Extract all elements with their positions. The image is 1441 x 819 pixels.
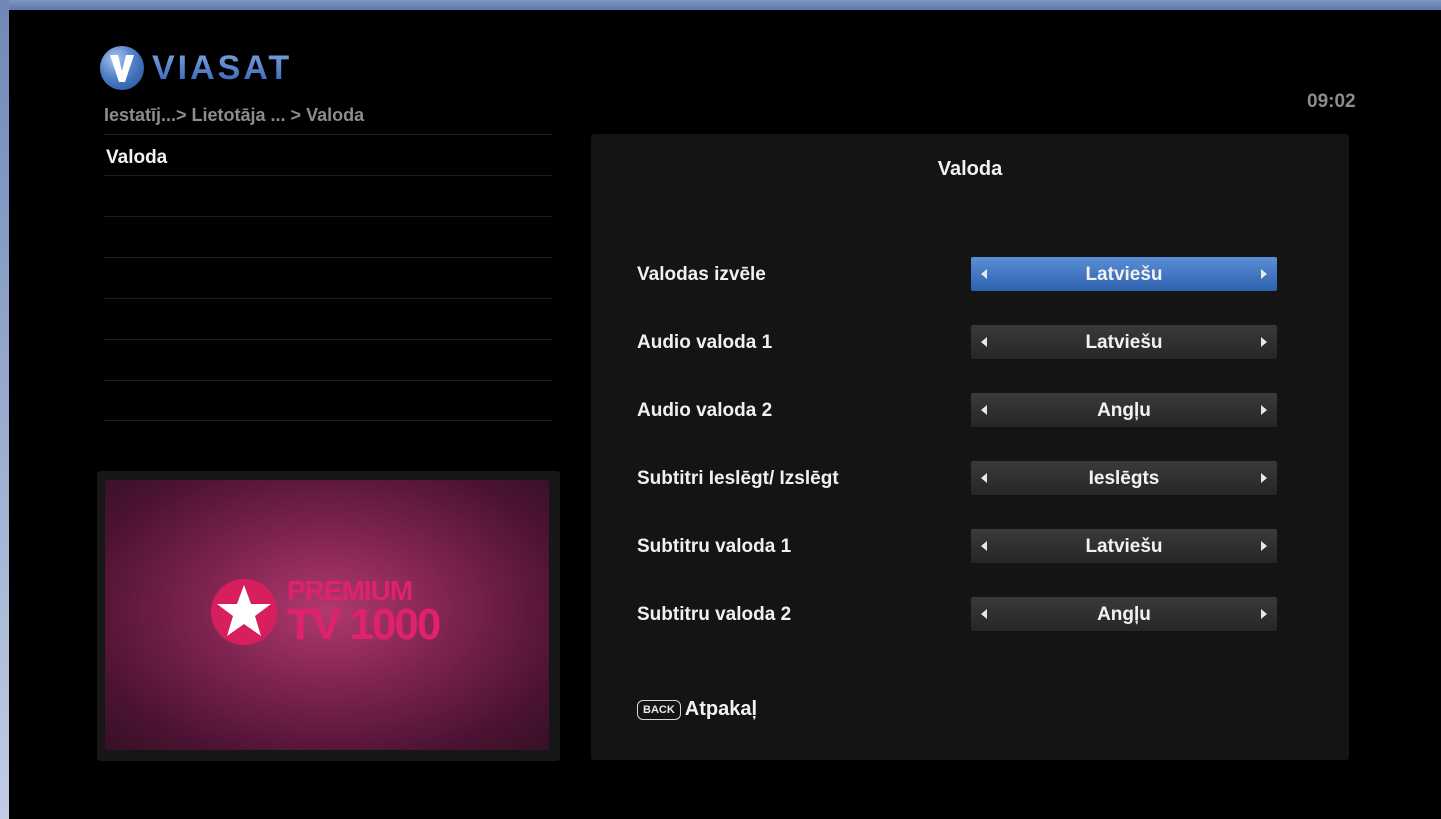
selector-value: Latviešu	[1085, 536, 1163, 557]
arrow-right-icon[interactable]	[1261, 405, 1267, 415]
menu-item-empty	[104, 298, 552, 339]
viasat-logo: VIASAT	[100, 46, 292, 90]
star-logo-icon	[211, 579, 277, 645]
subtitle-language-2-selector[interactable]: Angļu	[971, 597, 1277, 631]
setting-valodas-izvele: Valodas izvēle Latviešu	[637, 257, 1297, 291]
window-frame-left	[0, 0, 9, 819]
brand-name: VIASAT	[152, 48, 293, 87]
setting-subtitru-valoda-1: Subtitru valoda 1 Latviešu	[637, 529, 1297, 563]
menu-item-valoda[interactable]: Valoda	[104, 134, 552, 175]
arrow-right-icon[interactable]	[1261, 269, 1267, 279]
subtitle-language-1-selector[interactable]: Latviešu	[971, 529, 1277, 563]
arrow-right-icon[interactable]	[1261, 337, 1267, 347]
channel-line2: TV 1000	[287, 600, 441, 649]
setting-label: Audio valoda 2	[637, 400, 773, 421]
selector-value: Latviešu	[1085, 264, 1163, 285]
channel-preview: PREMIUM TV 1000	[105, 480, 549, 750]
arrow-left-icon[interactable]	[981, 269, 987, 279]
settings-panel: Valoda Valodas izvēle Latviešu Audio val…	[591, 134, 1349, 760]
back-key-icon: BACK	[637, 699, 681, 720]
setting-subtitru-valoda-2: Subtitru valoda 2 Angļu	[637, 597, 1297, 631]
setting-label: Audio valoda 1	[637, 332, 773, 353]
channel-logo: PREMIUM TV 1000	[209, 577, 441, 649]
side-menu: Valoda	[104, 134, 552, 421]
audio-language-1-selector[interactable]: Latviešu	[971, 325, 1277, 359]
selector-value: Angļu	[1097, 400, 1151, 421]
selector-value: Angļu	[1097, 604, 1151, 625]
selector-value: Ieslēgts	[1088, 468, 1160, 489]
arrow-right-icon[interactable]	[1261, 541, 1267, 551]
breadcrumb: Iestatīj...> Lietotāja ... > Valoda	[104, 105, 365, 125]
setting-label: Subtitru valoda 2	[637, 604, 792, 625]
setting-label: Valodas izvēle	[637, 264, 766, 285]
arrow-left-icon[interactable]	[981, 337, 987, 347]
arrow-right-icon[interactable]	[1261, 609, 1267, 619]
setting-audio-valoda-2: Audio valoda 2 Angļu	[637, 393, 1297, 427]
setting-label: Subtitru valoda 1	[637, 536, 792, 557]
menu-item-empty	[104, 380, 552, 421]
menu-item-empty	[104, 339, 552, 380]
setting-subtitri: Subtitri Ieslēgt/ Izslēgt Ieslēgts	[637, 461, 1297, 495]
setting-audio-valoda-1: Audio valoda 1 Latviešu	[637, 325, 1297, 359]
arrow-left-icon[interactable]	[981, 405, 987, 415]
arrow-right-icon[interactable]	[1261, 473, 1267, 483]
audio-language-2-selector[interactable]: Angļu	[971, 393, 1277, 427]
clock: 09:02	[1307, 91, 1356, 112]
tv-screen: VIASAT Iestatīj...> Lietotāja ... > Valo…	[9, 10, 1441, 819]
selector-value: Latviešu	[1085, 332, 1163, 353]
arrow-left-icon[interactable]	[981, 473, 987, 483]
menu-item-empty	[104, 175, 552, 216]
arrow-left-icon[interactable]	[981, 609, 987, 619]
language-selector[interactable]: Latviešu	[971, 257, 1277, 291]
menu-item-empty	[104, 216, 552, 257]
channel-preview-frame: PREMIUM TV 1000	[97, 471, 560, 761]
setting-label: Subtitri Ieslēgt/ Izslēgt	[637, 468, 839, 489]
window-frame-top	[0, 0, 1441, 10]
viasat-v-logo-icon	[100, 46, 144, 90]
panel-title: Valoda	[937, 158, 1003, 180]
menu-item-empty	[104, 257, 552, 298]
arrow-left-icon[interactable]	[981, 541, 987, 551]
back-label: Atpakaļ	[684, 698, 758, 720]
back-hint[interactable]: BACK Atpakaļ	[637, 698, 757, 721]
subtitles-toggle-selector[interactable]: Ieslēgts	[971, 461, 1277, 495]
